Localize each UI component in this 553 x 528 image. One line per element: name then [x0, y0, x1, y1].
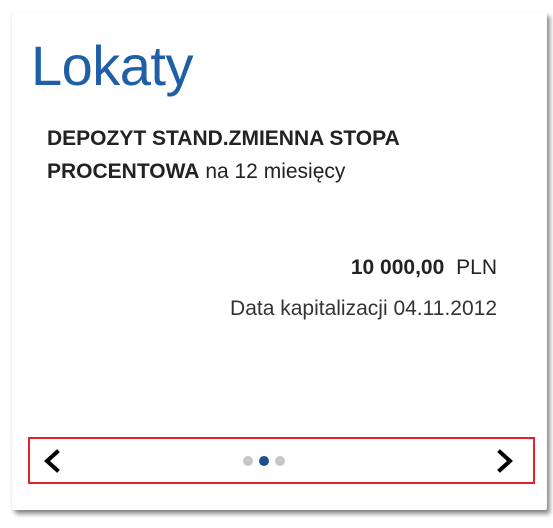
deposit-card: Lokaty DEPOZYT STAND.ZMIENNA STOPA PROCE…: [12, 12, 547, 510]
page-dot-3[interactable]: [275, 456, 285, 466]
page-indicator: [243, 456, 285, 466]
next-button[interactable]: [491, 447, 519, 475]
carousel-navigation: [28, 437, 535, 484]
chevron-left-icon: [44, 449, 60, 473]
card-title: Lokaty: [31, 34, 194, 97]
capitalization-label: Data kapitalizacji: [230, 297, 388, 320]
page-dot-2[interactable]: [259, 456, 269, 466]
chevron-right-icon: [497, 449, 513, 473]
product-term: na 12 miesięcy: [205, 160, 346, 183]
amount-row: 10 000,00 PLN: [351, 256, 497, 280]
currency-label: PLN: [456, 256, 497, 279]
page-dot-1[interactable]: [243, 456, 253, 466]
amount-value: 10 000,00: [350, 256, 445, 279]
capitalization-row: Data kapitalizacji 04.11.2012: [230, 297, 497, 321]
product-description: DEPOZYT STAND.ZMIENNA STOPA PROCENTOWA n…: [47, 122, 517, 188]
capitalization-date: 04.11.2012: [393, 297, 497, 320]
previous-button[interactable]: [38, 447, 66, 475]
